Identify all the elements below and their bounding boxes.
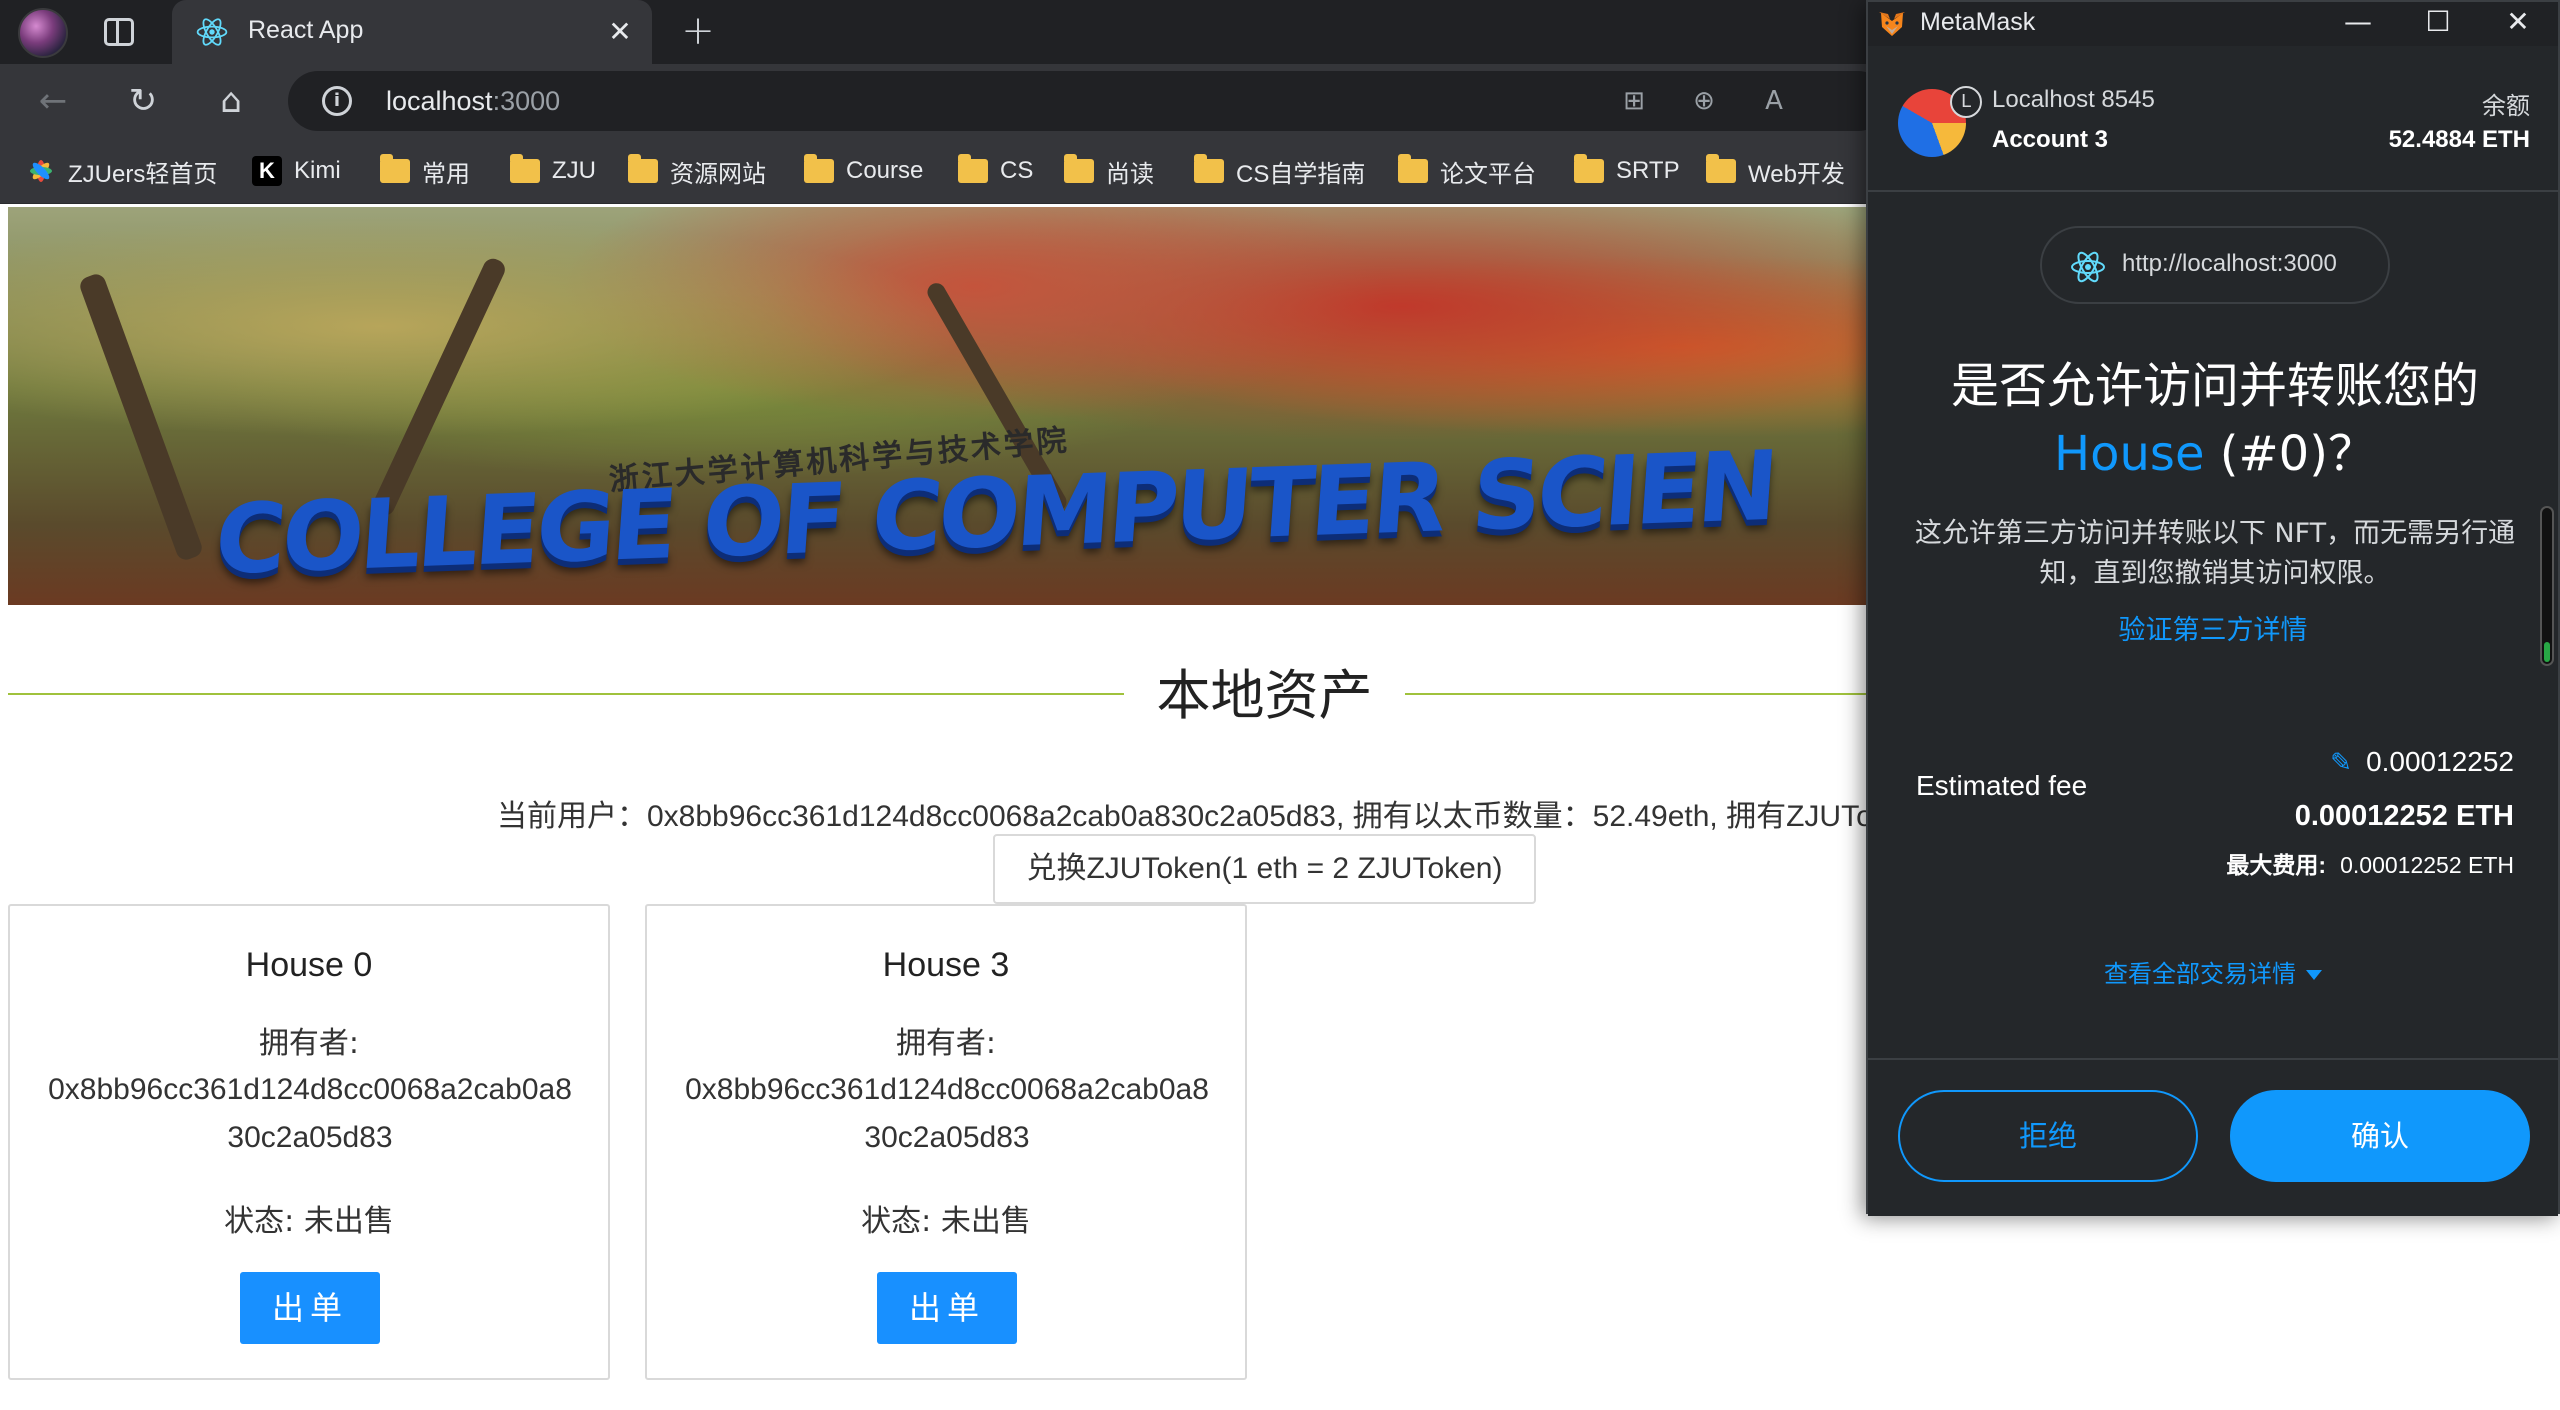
url-text[interactable]: localhost:3000	[386, 86, 560, 117]
zju-flower-icon	[30, 160, 52, 182]
folder-icon	[1398, 154, 1428, 183]
bookmark-kimi[interactable]: K Kimi	[252, 154, 341, 188]
account-name: Account 3	[1992, 126, 2109, 153]
react-logo-icon	[2071, 251, 2105, 283]
owner-label: 拥有者:	[895, 1026, 997, 1061]
house-status: 状态: 未出售	[224, 1204, 394, 1239]
bookmark-folder-cs[interactable]: CS	[958, 154, 1033, 188]
approval-heading: 是否允许访问并转账您的 House (#0)？	[1950, 358, 2479, 482]
origin-pill: http://localhost:3000	[2040, 226, 2390, 304]
list-for-sale-button[interactable]: 出单	[877, 1272, 1017, 1344]
confirm-button[interactable]: 确认	[2230, 1090, 2530, 1182]
folder-icon	[958, 154, 988, 183]
bookmark-folder-changyong[interactable]: 常用	[380, 154, 470, 188]
account-header: L Localhost 8545 Account 3 余额 52.4884 ET…	[1868, 46, 2558, 192]
action-footer: 拒绝 确认	[1868, 1058, 2558, 1216]
tab-react-app[interactable]: React App ✕	[172, 0, 652, 64]
house-card: House 0 拥有者: 0x8bb96cc361d124d8cc0068a2c…	[8, 904, 610, 1380]
new-tab-icon[interactable]: +	[678, 11, 718, 52]
house-name: House 0	[245, 946, 373, 984]
house-card: House 3 拥有者: 0x8bb96cc361d124d8cc0068a2c…	[645, 904, 1247, 1380]
reload-icon[interactable]: ↻	[120, 78, 166, 124]
zoom-icon[interactable]: ⊕	[1688, 85, 1720, 117]
bookmark-folder-resources[interactable]: 资源网站	[628, 154, 766, 188]
metamask-body: L Localhost 8545 Account 3 余额 52.4884 ET…	[1868, 46, 2558, 1216]
bookmark-folder-zju[interactable]: ZJU	[510, 154, 596, 188]
tab-actions-icon[interactable]	[104, 18, 134, 46]
verify-third-party-link[interactable]: 验证第三方详情	[1868, 608, 2558, 647]
folder-icon	[380, 154, 410, 183]
folder-icon	[1194, 154, 1224, 183]
page-content: 浙江大学计算机科学与技术学院 COLLEGE OF COMPUTER SCIEN…	[0, 205, 1873, 1410]
exchange-token-button[interactable]: 兑换ZJUToken(1 eth = 2 ZJUToken)	[993, 834, 1536, 904]
address-bar[interactable]: i localhost:3000 ⊞ ⊕ A	[288, 71, 1888, 131]
balance-value: 52.4884 ETH	[2388, 126, 2530, 153]
bookmark-folder-course[interactable]: Course	[804, 154, 923, 188]
owner-address: 0x8bb96cc361d124d8cc0068a2cab0a830c2a05d…	[48, 1073, 572, 1154]
current-user-info: 当前用户：0x8bb96cc361d124d8cc0068a2cab0a830c…	[497, 800, 1873, 833]
divider-line	[1405, 693, 1866, 695]
site-info-icon[interactable]: i	[322, 86, 352, 116]
owner-address: 0x8bb96cc361d124d8cc0068a2cab0a830c2a05d…	[685, 1073, 1209, 1154]
estimated-fee-value: 0.00012252 ETH	[2294, 800, 2514, 832]
house-status: 状态: 未出售	[861, 1204, 1031, 1239]
chevron-down-icon	[2306, 970, 2322, 980]
profile-avatar[interactable]	[18, 8, 68, 58]
max-fee: 最大费用: 0.00012252 ETH	[2226, 852, 2514, 878]
metamask-window-title: MetaMask	[1920, 8, 2036, 36]
estimated-fee-label: Estimated fee	[1916, 770, 2088, 801]
minimize-icon[interactable]: —	[2318, 2, 2398, 46]
tree-trunk	[77, 271, 205, 563]
folder-icon	[1574, 154, 1604, 183]
bookmark-folder-papers[interactable]: 论文平台	[1398, 154, 1536, 188]
maximize-icon[interactable]: ☐	[2398, 2, 2478, 46]
pencil-icon[interactable]: ✎	[2330, 749, 2356, 775]
bookmark-folder-shangdu[interactable]: 尚读	[1064, 154, 1154, 188]
edit-gas-fee[interactable]: ✎ 0.00012252	[2330, 746, 2514, 778]
nft-collection-link[interactable]: House	[2054, 426, 2204, 482]
approval-description: 这允许第三方访问并转账以下 NFT，而无需另行通知，直到您撤销其访问权限。	[1914, 518, 2516, 589]
bookmark-zjuers[interactable]: ZJUers轻首页	[26, 154, 217, 188]
reject-button[interactable]: 拒绝	[1898, 1090, 2198, 1182]
divider-line	[8, 693, 1124, 695]
tab-title: React App	[248, 16, 364, 44]
react-logo-icon	[196, 18, 228, 46]
network-badge-icon: L	[1950, 86, 1982, 118]
close-icon[interactable]: ✕	[2478, 2, 2558, 46]
home-icon[interactable]: ⌂	[208, 78, 254, 124]
section-title: 本地资产	[1156, 664, 1373, 727]
bookmark-folder-cs-guide[interactable]: CS自学指南	[1194, 154, 1365, 188]
metamask-window: MetaMask — ☐ ✕ L Localhost 8545 Account …	[1866, 0, 2560, 1216]
app-grid-icon[interactable]: ⊞	[1618, 85, 1650, 117]
folder-icon	[1064, 154, 1094, 183]
bookmark-folder-srtp[interactable]: SRTP	[1574, 154, 1680, 188]
view-transaction-details-link[interactable]: 查看全部交易详情	[1868, 954, 2558, 989]
owner-label: 拥有者:	[258, 1026, 360, 1061]
folder-icon	[510, 154, 540, 183]
network-name: Localhost 8545	[1992, 86, 2155, 113]
back-arrow-icon[interactable]: ←	[30, 78, 76, 124]
balance-label: 余额	[2482, 92, 2530, 120]
scrollbar[interactable]	[2540, 506, 2554, 666]
close-tab-icon[interactable]: ✕	[602, 14, 638, 50]
bookmark-folder-webdev[interactable]: Web开发	[1706, 154, 1845, 188]
folder-icon	[1706, 154, 1736, 183]
read-aloud-icon[interactable]: A	[1758, 85, 1790, 117]
college-banner-image: 浙江大学计算机科学与技术学院 COLLEGE OF COMPUTER SCIEN	[8, 207, 1866, 605]
folder-icon	[628, 154, 658, 183]
list-for-sale-button[interactable]: 出单	[240, 1272, 380, 1344]
metamask-titlebar: MetaMask — ☐ ✕	[1868, 2, 2558, 46]
folder-icon	[804, 154, 834, 183]
origin-url: http://localhost:3000	[2122, 250, 2337, 277]
kimi-icon: K	[252, 156, 282, 186]
house-name: House 3	[882, 946, 1010, 984]
metamask-fox-icon	[1879, 12, 1905, 36]
